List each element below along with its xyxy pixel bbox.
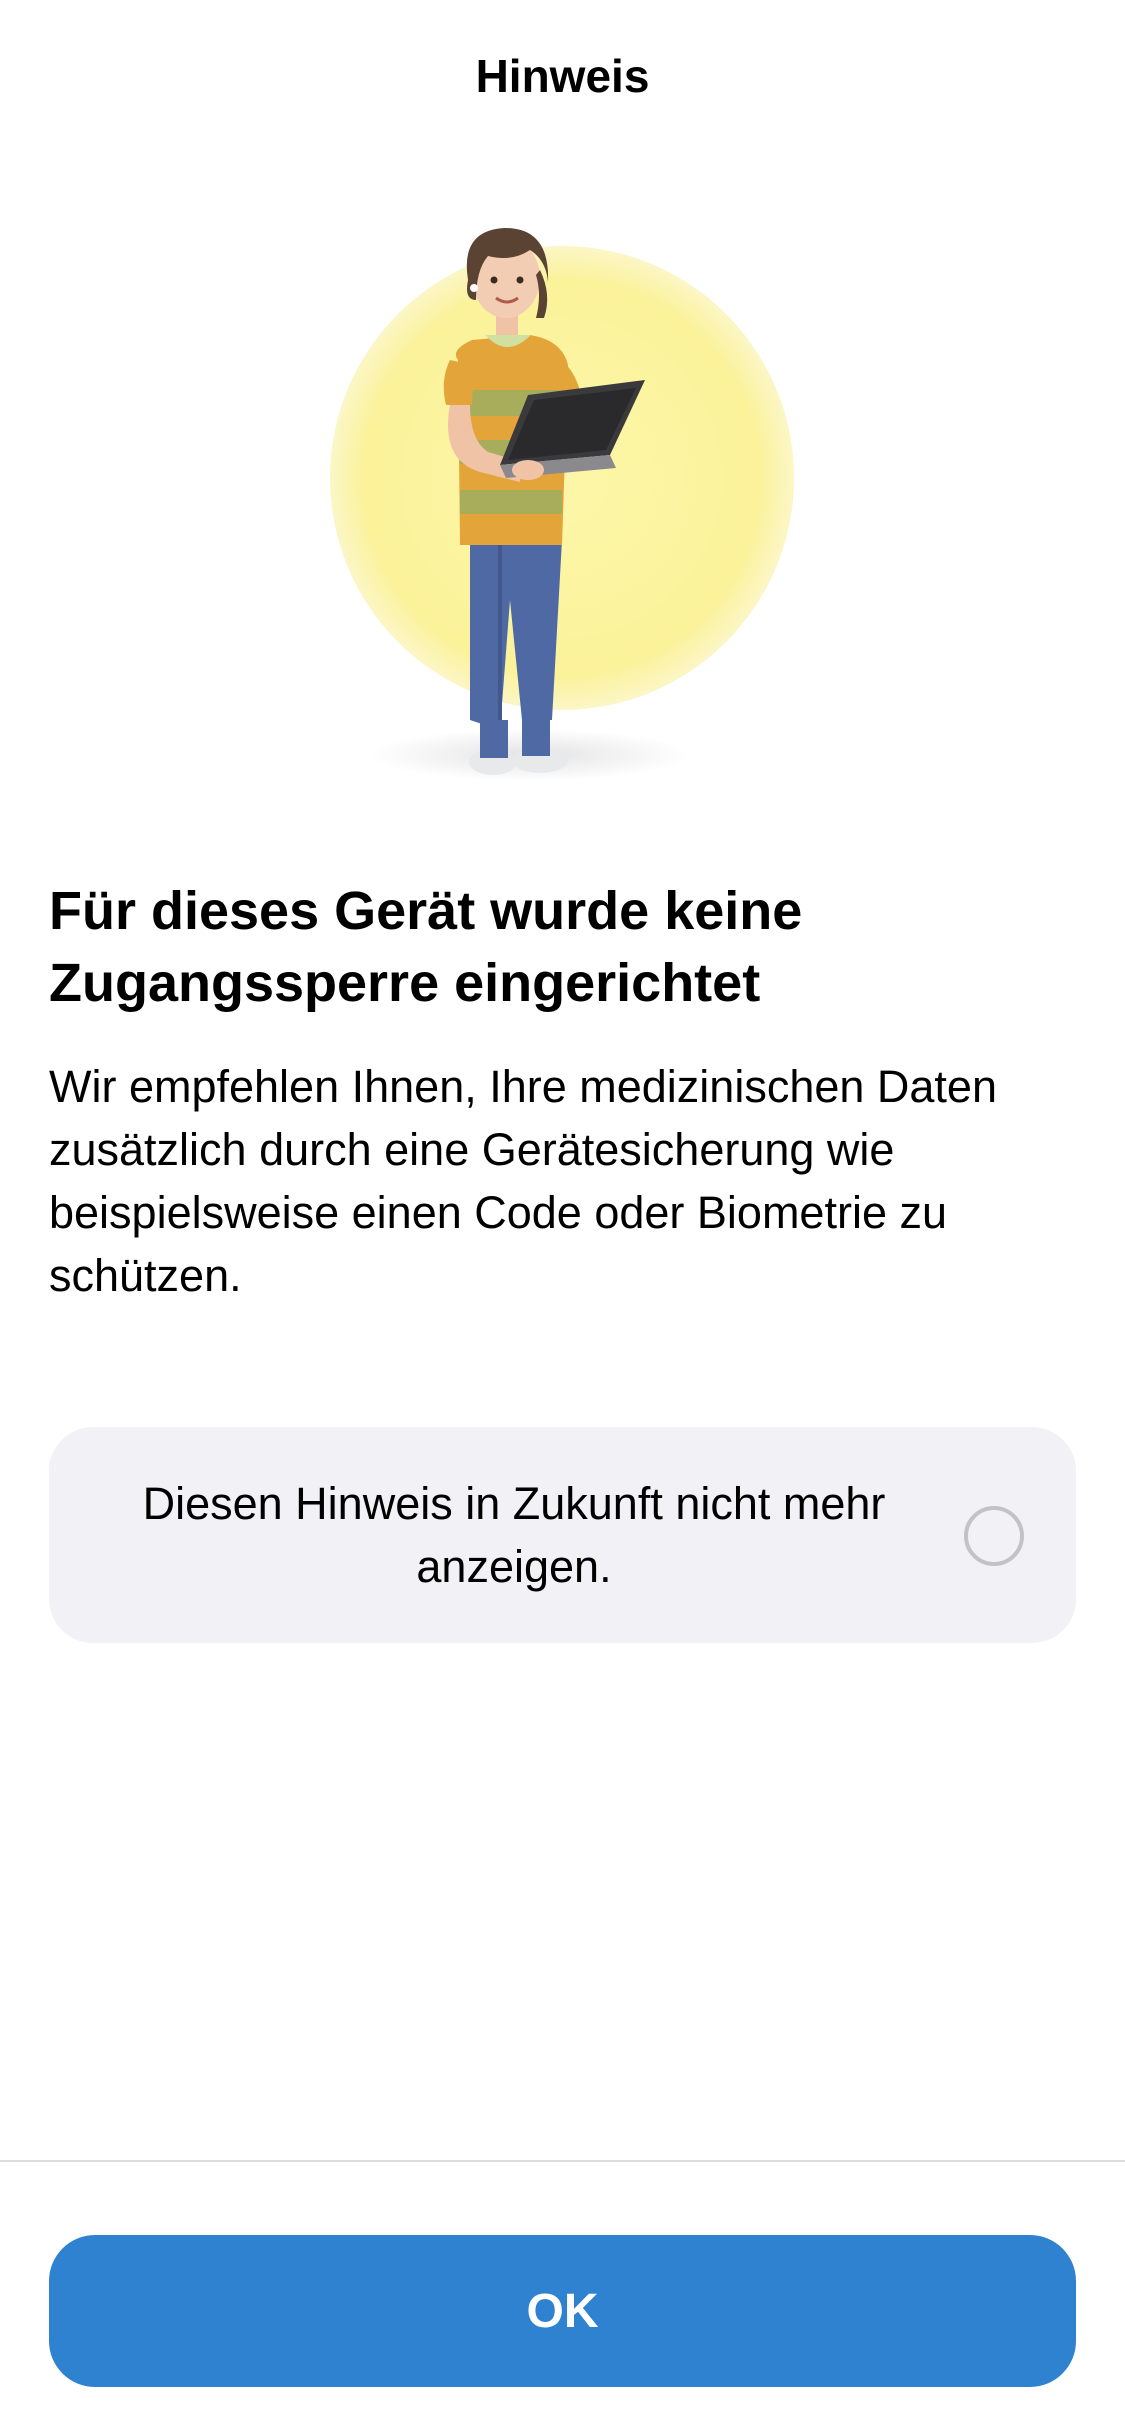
dont-show-again-label: Diesen Hinweis in Zukunft nicht mehr anz…: [142, 1478, 886, 1592]
woman-with-laptop-illustration: [300, 200, 820, 820]
body-text: Wir empfehlen Ihnen, Ihre medizinischen …: [49, 1061, 997, 1301]
page-title: Hinweis: [475, 50, 650, 102]
notice-screen: Hinweis Für dieses Gerät wurde keine Zug…: [0, 0, 1125, 2436]
radio-unchecked-icon[interactable]: [964, 1506, 1024, 1566]
footer-divider: [0, 2160, 1125, 2162]
ok-button[interactable]: OK: [49, 2235, 1076, 2387]
headline: Für dieses Gerät wurde keine Zugangssper…: [49, 881, 803, 1013]
dont-show-again-option[interactable]: Diesen Hinweis in Zukunft nicht mehr anz…: [49, 1427, 1076, 1643]
